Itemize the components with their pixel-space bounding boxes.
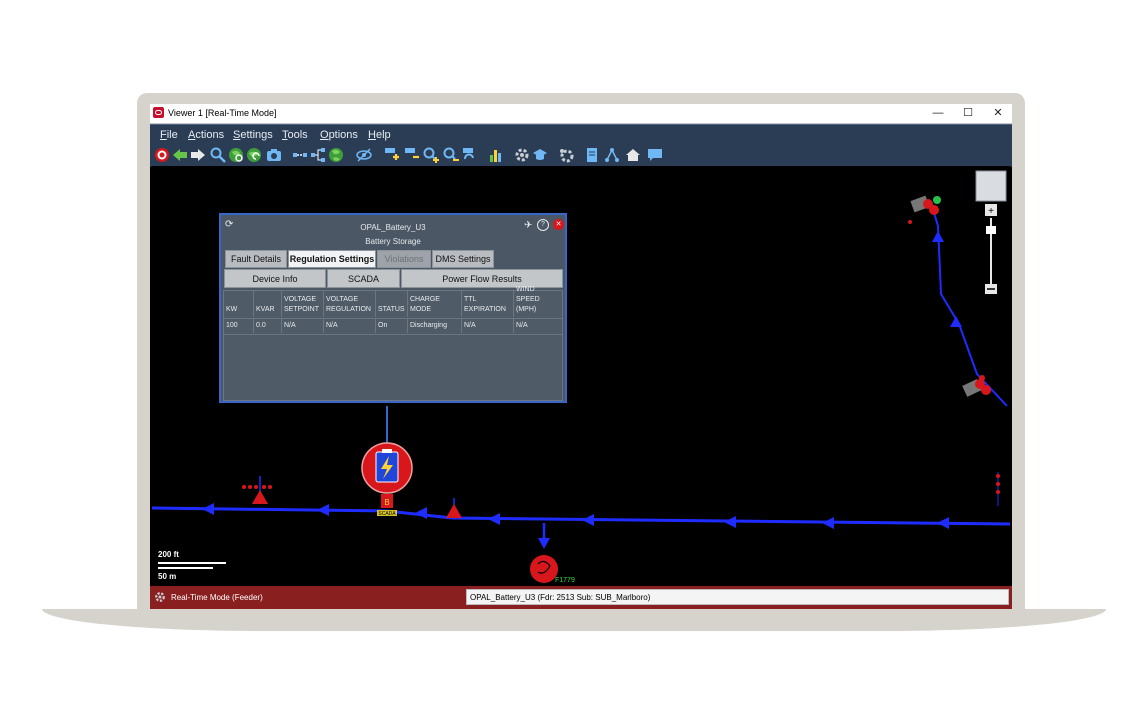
row-divider xyxy=(224,334,562,335)
close-button[interactable]: ✕ xyxy=(988,106,1008,120)
scale-bar-icon xyxy=(158,562,226,569)
tab-dms-settings[interactable]: DMS Settings xyxy=(432,250,494,268)
settings-icon[interactable] xyxy=(558,147,574,163)
help-icon[interactable]: ? xyxy=(537,219,549,231)
menu-actions[interactable]: Actions xyxy=(188,129,224,141)
transformer-icon-east xyxy=(446,498,462,518)
tab-regulation-settings[interactable]: Regulation Settings xyxy=(288,250,376,268)
status-gear-icon[interactable] xyxy=(154,591,166,603)
title-bar: Viewer 1 [Real-Time Mode] — ☐ ✕ xyxy=(150,104,1012,124)
network-icon[interactable] xyxy=(604,147,620,163)
svg-text:B: B xyxy=(384,498,389,507)
scada-label: SCADA xyxy=(378,511,396,517)
cell-voltage-setpoint: N/A xyxy=(282,319,324,333)
feeder-label: F1779 xyxy=(555,577,575,584)
menu-options-label: ptions xyxy=(328,129,358,141)
regulation-table: KW KVAR VOLTAGE SETPOINT VOLTAGE REGULAT… xyxy=(223,286,563,401)
panel-close-icon[interactable]: ✕ xyxy=(553,219,564,230)
panel-subtitle: Battery Storage xyxy=(365,237,421,246)
switch-icon-east xyxy=(962,375,991,397)
cell-charge-mode: Discharging xyxy=(408,319,462,333)
lateral-line xyxy=(937,225,1008,407)
device-info-panel: ⟳ OPAL_Battery_U3 Battery Storage ✈ ? ✕ … xyxy=(219,213,567,403)
gear-icon[interactable] xyxy=(514,147,530,163)
menu-file-label: ile xyxy=(166,129,178,141)
col-kw: KW xyxy=(224,291,254,317)
window-title: Viewer 1 [Real-Time Mode] xyxy=(168,108,277,118)
svg-text:+: + xyxy=(988,206,994,217)
maximize-button[interactable]: ☐ xyxy=(958,106,978,120)
menu-actions-label: ctions xyxy=(195,129,225,141)
zoom-icon[interactable] xyxy=(210,147,226,163)
panel-title: OPAL_Battery_U3 xyxy=(360,223,426,232)
col-voltage-regulation: VOLTAGE REGULATION xyxy=(324,291,376,317)
col-kvar: KVAR xyxy=(254,291,282,317)
graduation-icon[interactable] xyxy=(532,147,548,163)
col-voltage-setpoint: VOLTAGE SETPOINT xyxy=(282,291,324,317)
menu-help[interactable]: Help xyxy=(368,129,391,141)
menu-options[interactable]: Options xyxy=(320,129,358,141)
menu-tools-label: ools xyxy=(287,129,308,141)
col-ttl-expiration: TTL EXPIRATION xyxy=(462,291,514,317)
home-icon[interactable] xyxy=(625,147,641,163)
zoom-out-icon[interactable] xyxy=(443,147,459,163)
battery-device-icon: B xyxy=(361,442,413,508)
cell-kvar: 0.0 xyxy=(254,319,282,333)
camera-icon[interactable] xyxy=(266,147,282,163)
menu-file-mnemonic: F xyxy=(160,129,167,141)
cell-voltage-regulation: N/A xyxy=(324,319,376,333)
document-icon[interactable] xyxy=(584,147,600,163)
tree-icon[interactable] xyxy=(310,147,326,163)
menu-settings-label: ettings xyxy=(240,129,273,141)
laptop-base xyxy=(42,609,1106,631)
target-icon[interactable] xyxy=(154,147,170,163)
hide-icon[interactable] xyxy=(356,147,372,163)
zoom-in-icon[interactable] xyxy=(423,147,439,163)
chart-icon[interactable] xyxy=(488,147,504,163)
status-selection: OPAL_Battery_U3 (Fdr: 2513 Sub: SUB_Marl… xyxy=(466,589,1009,605)
comment-icon[interactable] xyxy=(647,147,663,163)
cell-kw: 100 xyxy=(224,319,254,333)
feeder-breaker-icon xyxy=(530,555,558,583)
scale-ft-label: 200 ft xyxy=(158,550,179,559)
cell-wind-speed: N/A xyxy=(516,322,528,329)
minimize-button[interactable]: — xyxy=(928,106,948,120)
tab-violations: Violations xyxy=(377,250,431,268)
abc-minus-icon[interactable] xyxy=(404,147,420,163)
transformer-icon-west xyxy=(242,476,272,504)
cell-status: On xyxy=(376,319,408,333)
menu-file[interactable]: File xyxy=(160,129,178,141)
toolbar xyxy=(150,144,1012,167)
forward-arrow-icon[interactable] xyxy=(190,147,206,163)
globe-icon[interactable] xyxy=(328,147,344,163)
zoom-slider-icon[interactable]: + xyxy=(975,170,1007,294)
scale-m-label: 50 m xyxy=(158,572,177,581)
abc-plus-icon[interactable] xyxy=(384,147,400,163)
panel-header: ⟳ OPAL_Battery_U3 Battery Storage ✈ ? ✕ xyxy=(221,215,565,249)
menu-options-mnemonic: O xyxy=(320,129,329,141)
device-icon-far-east xyxy=(996,472,1000,506)
menu-help-mnemonic: H xyxy=(368,129,376,141)
back-arrow-icon[interactable] xyxy=(172,147,188,163)
col-charge-mode: CHARGE MODE xyxy=(408,291,462,317)
subtab-scada[interactable]: SCADA xyxy=(327,269,400,288)
globe-refresh-icon[interactable] xyxy=(246,147,262,163)
globe-zoom-icon[interactable] xyxy=(228,147,244,163)
app-logo-icon xyxy=(153,107,164,118)
status-bar: Real-Time Mode (Feeder) OPAL_Battery_U3 … xyxy=(150,586,1012,609)
menu-tools[interactable]: Tools xyxy=(282,129,308,141)
feeder-line-west xyxy=(152,506,388,513)
col-status: STATUS xyxy=(376,291,408,317)
col-wind-speed: WIND SPEED (MPH) xyxy=(516,286,540,313)
subtab-device-info[interactable]: Device Info xyxy=(224,269,326,288)
menu-settings[interactable]: Settings xyxy=(233,129,273,141)
menu-bar: File Actions Settings Tools Options Help xyxy=(150,124,1012,145)
tab-fault-details[interactable]: Fault Details xyxy=(225,250,287,268)
cell-ttl-expiration: N/A xyxy=(462,319,514,333)
status-mode: Real-Time Mode (Feeder) xyxy=(171,593,263,602)
connect-icon[interactable] xyxy=(292,147,308,163)
pin-icon[interactable]: ✈ xyxy=(524,220,532,231)
menu-help-label: elp xyxy=(375,129,391,141)
abc-refresh-icon[interactable] xyxy=(461,147,477,163)
